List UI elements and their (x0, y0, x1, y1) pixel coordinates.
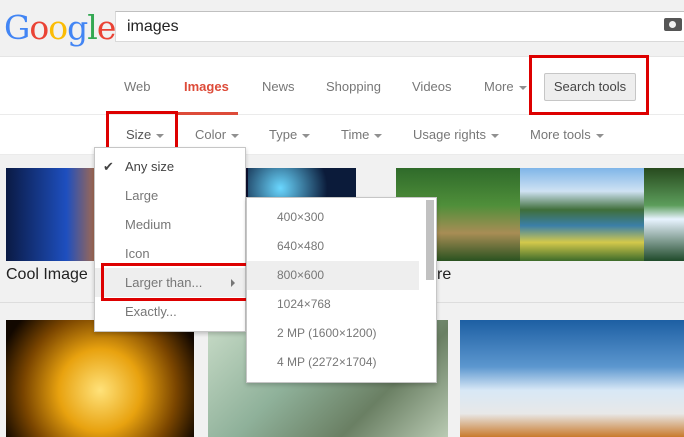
submenu-scroll-thumb[interactable] (426, 200, 434, 280)
highlight-larger-than (101, 263, 252, 301)
size-option-label: Exactly... (125, 304, 177, 319)
chevron-down-icon (595, 133, 604, 138)
tool-time-label: Time (341, 127, 370, 142)
chevron-down-icon (374, 133, 383, 138)
chevron-down-icon (518, 85, 527, 90)
tool-more-tools-label: More tools (530, 127, 591, 142)
size-option-label: Medium (125, 217, 172, 232)
larger-than-option[interactable]: 640×480 (247, 232, 419, 261)
larger-than-option[interactable]: 2 MP (1600×1200) (247, 319, 419, 348)
larger-than-submenu: 400×300 640×480 800×600 1024×768 2 MP (1… (246, 197, 437, 383)
tool-usage-rights[interactable]: Usage rights (413, 127, 499, 142)
chevron-down-icon (302, 133, 311, 138)
larger-than-option[interactable]: 800×600 (247, 261, 419, 290)
size-option-exactly[interactable]: Exactly... (95, 297, 245, 326)
result-caption[interactable]: Cool Image (6, 266, 88, 284)
camera-icon[interactable] (664, 18, 682, 31)
larger-than-option[interactable]: 1024×768 (247, 290, 419, 319)
tool-type-label: Type (269, 127, 298, 142)
result-image-mountain-lake[interactable] (520, 168, 644, 261)
tab-more[interactable]: More (484, 79, 527, 94)
size-option-label: Icon (125, 246, 150, 261)
tool-color-label: Color (195, 127, 227, 142)
larger-than-option[interactable]: 4 MP (2272×1704) (247, 348, 419, 377)
result-caption-right[interactable]: re (437, 266, 451, 284)
search-input-value: images (127, 18, 179, 35)
tab-images[interactable]: Images (184, 79, 229, 94)
size-option-medium[interactable]: Medium (95, 210, 245, 239)
tool-color[interactable]: Color (195, 127, 240, 142)
size-option-any-size[interactable]: ✔ Any size (95, 152, 245, 181)
tool-usage-rights-label: Usage rights (413, 127, 486, 142)
size-dropdown-menu: ✔ Any size Large Medium Icon Larger than.… (94, 147, 246, 332)
tab-news[interactable]: News (262, 79, 295, 94)
tab-shopping[interactable]: Shopping (326, 79, 381, 94)
chevron-down-icon (231, 133, 240, 138)
larger-than-option[interactable]: 400×300 (247, 203, 419, 232)
checkmark-icon: ✔ (103, 159, 114, 174)
search-input[interactable]: images (115, 11, 684, 42)
result-image-tiger[interactable] (460, 320, 684, 437)
size-option-label: Large (125, 188, 159, 203)
tab-more-label: More (484, 79, 514, 94)
tab-web[interactable]: Web (124, 79, 151, 94)
tool-time[interactable]: Time (341, 127, 383, 142)
size-option-label: Any size (125, 159, 175, 174)
result-image-sun[interactable] (6, 320, 194, 437)
google-logo[interactable]: Google (4, 8, 116, 48)
active-tab-indicator (178, 112, 238, 115)
highlight-search-tools (529, 55, 649, 115)
tool-more-tools[interactable]: More tools (530, 127, 604, 142)
tab-videos[interactable]: Videos (412, 79, 452, 94)
chevron-down-icon (490, 133, 499, 138)
size-option-large[interactable]: Large (95, 181, 245, 210)
tool-type[interactable]: Type (269, 127, 311, 142)
result-image-waterfall[interactable] (644, 168, 684, 261)
